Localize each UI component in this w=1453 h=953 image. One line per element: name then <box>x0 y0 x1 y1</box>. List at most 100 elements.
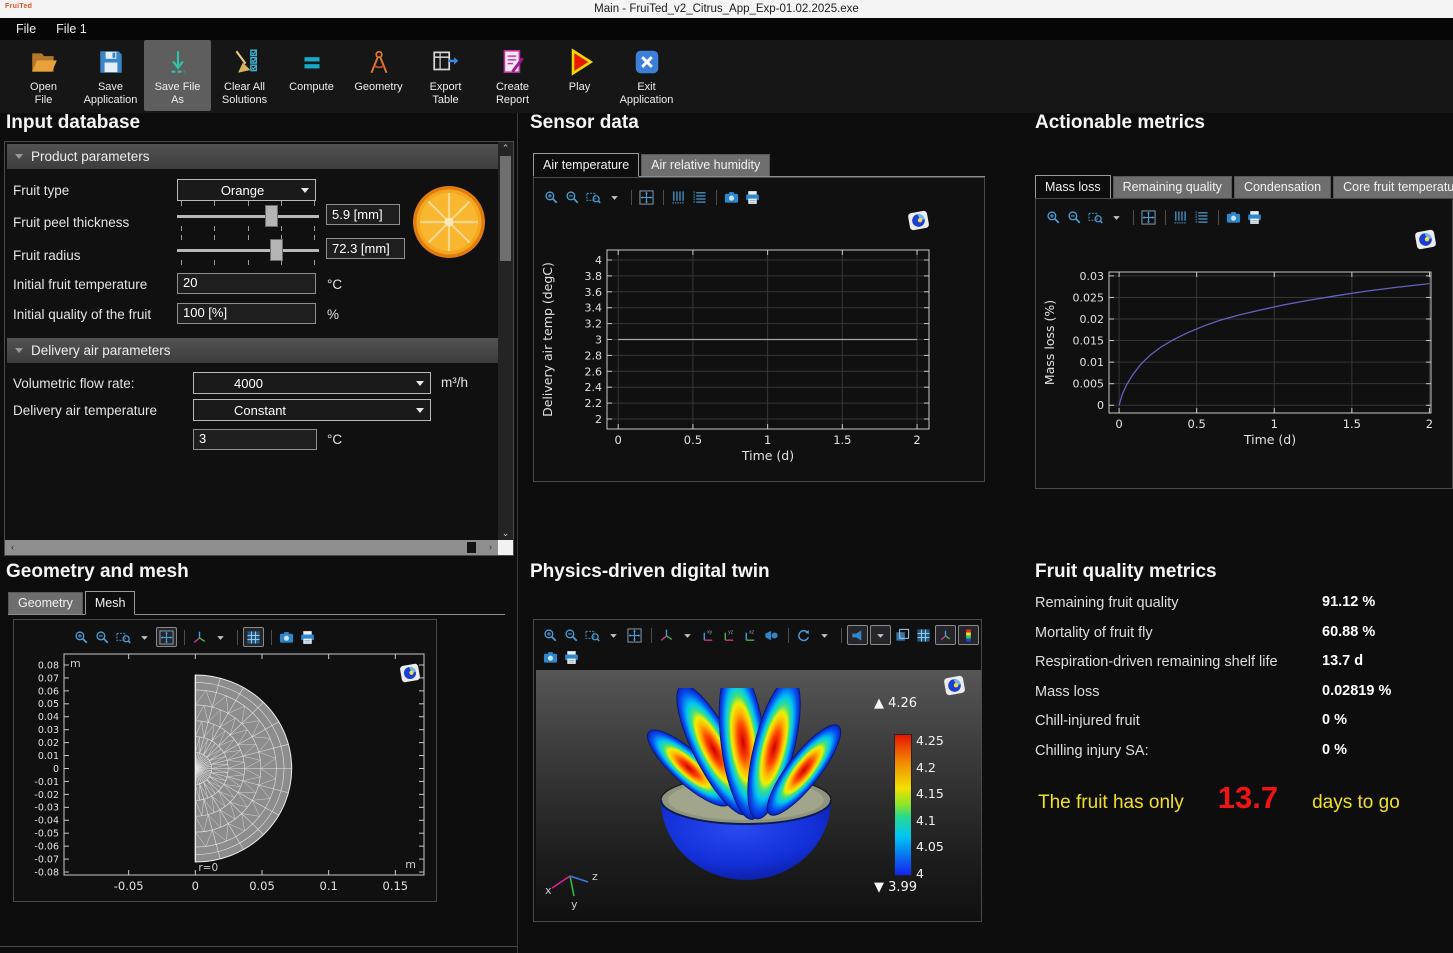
print-icon[interactable] <box>743 188 762 206</box>
tab-remaining-quality[interactable]: Remaining quality <box>1113 176 1232 198</box>
grid-toggle-icon[interactable] <box>243 627 264 647</box>
axes-indicator-icon[interactable] <box>935 625 956 645</box>
caret-icon[interactable] <box>604 626 623 644</box>
caret-icon[interactable] <box>815 626 834 644</box>
y-grid-icon[interactable] <box>690 188 709 206</box>
caret-icon[interactable] <box>605 188 624 206</box>
fruit-radius-value[interactable]: 72.3 [mm] <box>326 238 405 259</box>
clear-all-solutions-button[interactable]: Clear AllSolutions <box>211 40 278 111</box>
tab-geometry[interactable]: Geometry <box>8 592 83 614</box>
initial-temp-input[interactable]: 20 <box>177 273 316 294</box>
grid-toggle-icon[interactable] <box>914 626 933 644</box>
zoom-box-icon[interactable] <box>584 188 603 206</box>
zoom-out-icon[interactable] <box>1065 208 1084 226</box>
zoom-in-icon[interactable] <box>542 188 561 206</box>
plane-xy-icon[interactable]: xy <box>699 626 718 644</box>
slider-handle[interactable] <box>270 239 283 261</box>
tab-mesh[interactable]: Mesh <box>85 591 136 615</box>
y-grid-icon[interactable] <box>1192 208 1211 226</box>
input-database-title: Input database <box>6 112 140 134</box>
print-icon[interactable] <box>298 628 317 646</box>
x-grid-icon[interactable] <box>669 188 688 206</box>
rotate-icon[interactable] <box>794 626 813 644</box>
zoom-box-icon[interactable] <box>114 628 133 646</box>
zoom-box-icon[interactable] <box>1086 208 1105 226</box>
air-temp-mode-dropdown[interactable]: Constant <box>193 399 431 421</box>
main-toolbar: OpenFile SaveApplication Save FileAs Cle… <box>0 40 1453 113</box>
menu-file-1[interactable]: File 1 <box>46 22 97 36</box>
x-grid-icon[interactable] <box>1171 208 1190 226</box>
fruit-type-dropdown[interactable]: Orange <box>177 179 316 201</box>
digital-twin-panel: xyyzxz <box>533 619 982 922</box>
zoom-out-icon[interactable] <box>93 628 112 646</box>
tab-core-fruit-temperature[interactable]: Core fruit temperature <box>1333 176 1453 198</box>
air-temp-input[interactable]: 3 <box>193 429 317 450</box>
save-file-as-button[interactable]: Save FileAs <box>144 40 211 111</box>
colorbar-toggle-icon[interactable] <box>958 625 979 645</box>
metric-value: 13.7 d <box>1322 653 1363 669</box>
zoom-out-icon[interactable] <box>563 188 582 206</box>
delivery-air-header[interactable]: Delivery air parameters <box>7 338 498 363</box>
caret-icon[interactable] <box>1107 208 1126 226</box>
caret-icon[interactable] <box>678 626 697 644</box>
tab-mass-loss[interactable]: Mass loss <box>1035 175 1111 199</box>
mass-loss-chart[interactable]: 00.511.5200.0050.010.0150.020.0250.03Tim… <box>1041 255 1443 455</box>
peel-thickness-slider[interactable] <box>177 201 319 231</box>
play-button[interactable]: Play <box>546 40 613 111</box>
axis-z-label: z <box>592 870 598 883</box>
caret-icon[interactable] <box>211 628 230 646</box>
fit-view-icon[interactable] <box>1139 208 1158 226</box>
print-icon[interactable] <box>562 648 581 666</box>
orientation-icon[interactable] <box>190 628 209 646</box>
camera-icon[interactable] <box>722 188 741 206</box>
mesh-chart[interactable]: -0.0500.050.10.150.080.070.060.050.040.0… <box>16 651 436 897</box>
open-file-icon <box>29 46 59 78</box>
plane-yz-icon[interactable]: yz <box>720 626 739 644</box>
export-table-button[interactable]: ExportTable <box>412 40 479 111</box>
zoom-out-icon[interactable] <box>562 626 581 644</box>
tab-air-temperature[interactable]: Air temperature <box>533 153 639 177</box>
caret-icon[interactable] <box>135 628 154 646</box>
digital-twin-view[interactable]: ▲ 4.26 4.254.24.154.14.054 ▼ 3.99 x y z <box>536 670 981 920</box>
open-file-button[interactable]: OpenFile <box>10 40 77 111</box>
initial-quality-input[interactable]: 100 [%] <box>177 303 316 324</box>
fruit-radius-slider[interactable] <box>177 235 319 265</box>
exit-application-button[interactable]: ExitApplication <box>613 40 680 111</box>
zoom-in-icon[interactable] <box>1044 208 1063 226</box>
peel-thickness-value[interactable]: 5.9 [mm] <box>326 204 400 225</box>
fit-view-icon[interactable] <box>156 627 177 647</box>
sensor-chart[interactable]: 00.511.5222.22.42.62.833.23.43.63.84Time… <box>539 238 943 473</box>
tab-condensation[interactable]: Condensation <box>1234 176 1331 198</box>
zoom-in-icon[interactable] <box>541 626 560 644</box>
tab-air-relative-humidity[interactable]: Air relative humidity <box>641 154 770 176</box>
svg-text:0.06: 0.06 <box>38 686 59 697</box>
fit-view-icon[interactable] <box>637 188 656 206</box>
plane-xz-icon[interactable]: xz <box>741 626 760 644</box>
projector-icon[interactable] <box>762 626 781 644</box>
zoom-in-icon[interactable] <box>72 628 91 646</box>
camera-icon[interactable] <box>277 628 296 646</box>
zoom-box-icon[interactable] <box>583 626 602 644</box>
metric-label: Mortality of fruit fly <box>1035 625 1153 641</box>
product-parameters-header[interactable]: Product parameters <box>7 144 498 169</box>
print-icon[interactable] <box>1245 208 1264 226</box>
horizontal-scrollbar[interactable]: ‹ › <box>5 540 498 555</box>
geometry-button[interactable]: Geometry <box>345 40 412 111</box>
create-report-button[interactable]: CreateReport <box>479 40 546 111</box>
compute-button[interactable]: Compute <box>278 40 345 111</box>
scene-light-icon[interactable] <box>847 625 868 645</box>
menu-file[interactable]: File <box>6 22 46 36</box>
orientation-icon[interactable] <box>657 626 676 644</box>
chevron-down-icon <box>416 408 424 413</box>
camera-icon[interactable] <box>541 648 560 666</box>
vertical-scrollbar[interactable]: ⌃ ⌄ <box>498 142 513 540</box>
warning-number: 13.7 <box>1218 780 1278 816</box>
flow-rate-dropdown[interactable]: 4000 <box>193 372 431 394</box>
transparency-icon[interactable] <box>893 626 912 644</box>
slider-handle[interactable] <box>265 205 278 227</box>
save-application-button[interactable]: SaveApplication <box>77 40 144 111</box>
fit-view-icon[interactable] <box>625 626 644 644</box>
create-report-icon <box>498 46 528 78</box>
caret-icon[interactable] <box>870 625 891 645</box>
camera-icon[interactable] <box>1224 208 1243 226</box>
